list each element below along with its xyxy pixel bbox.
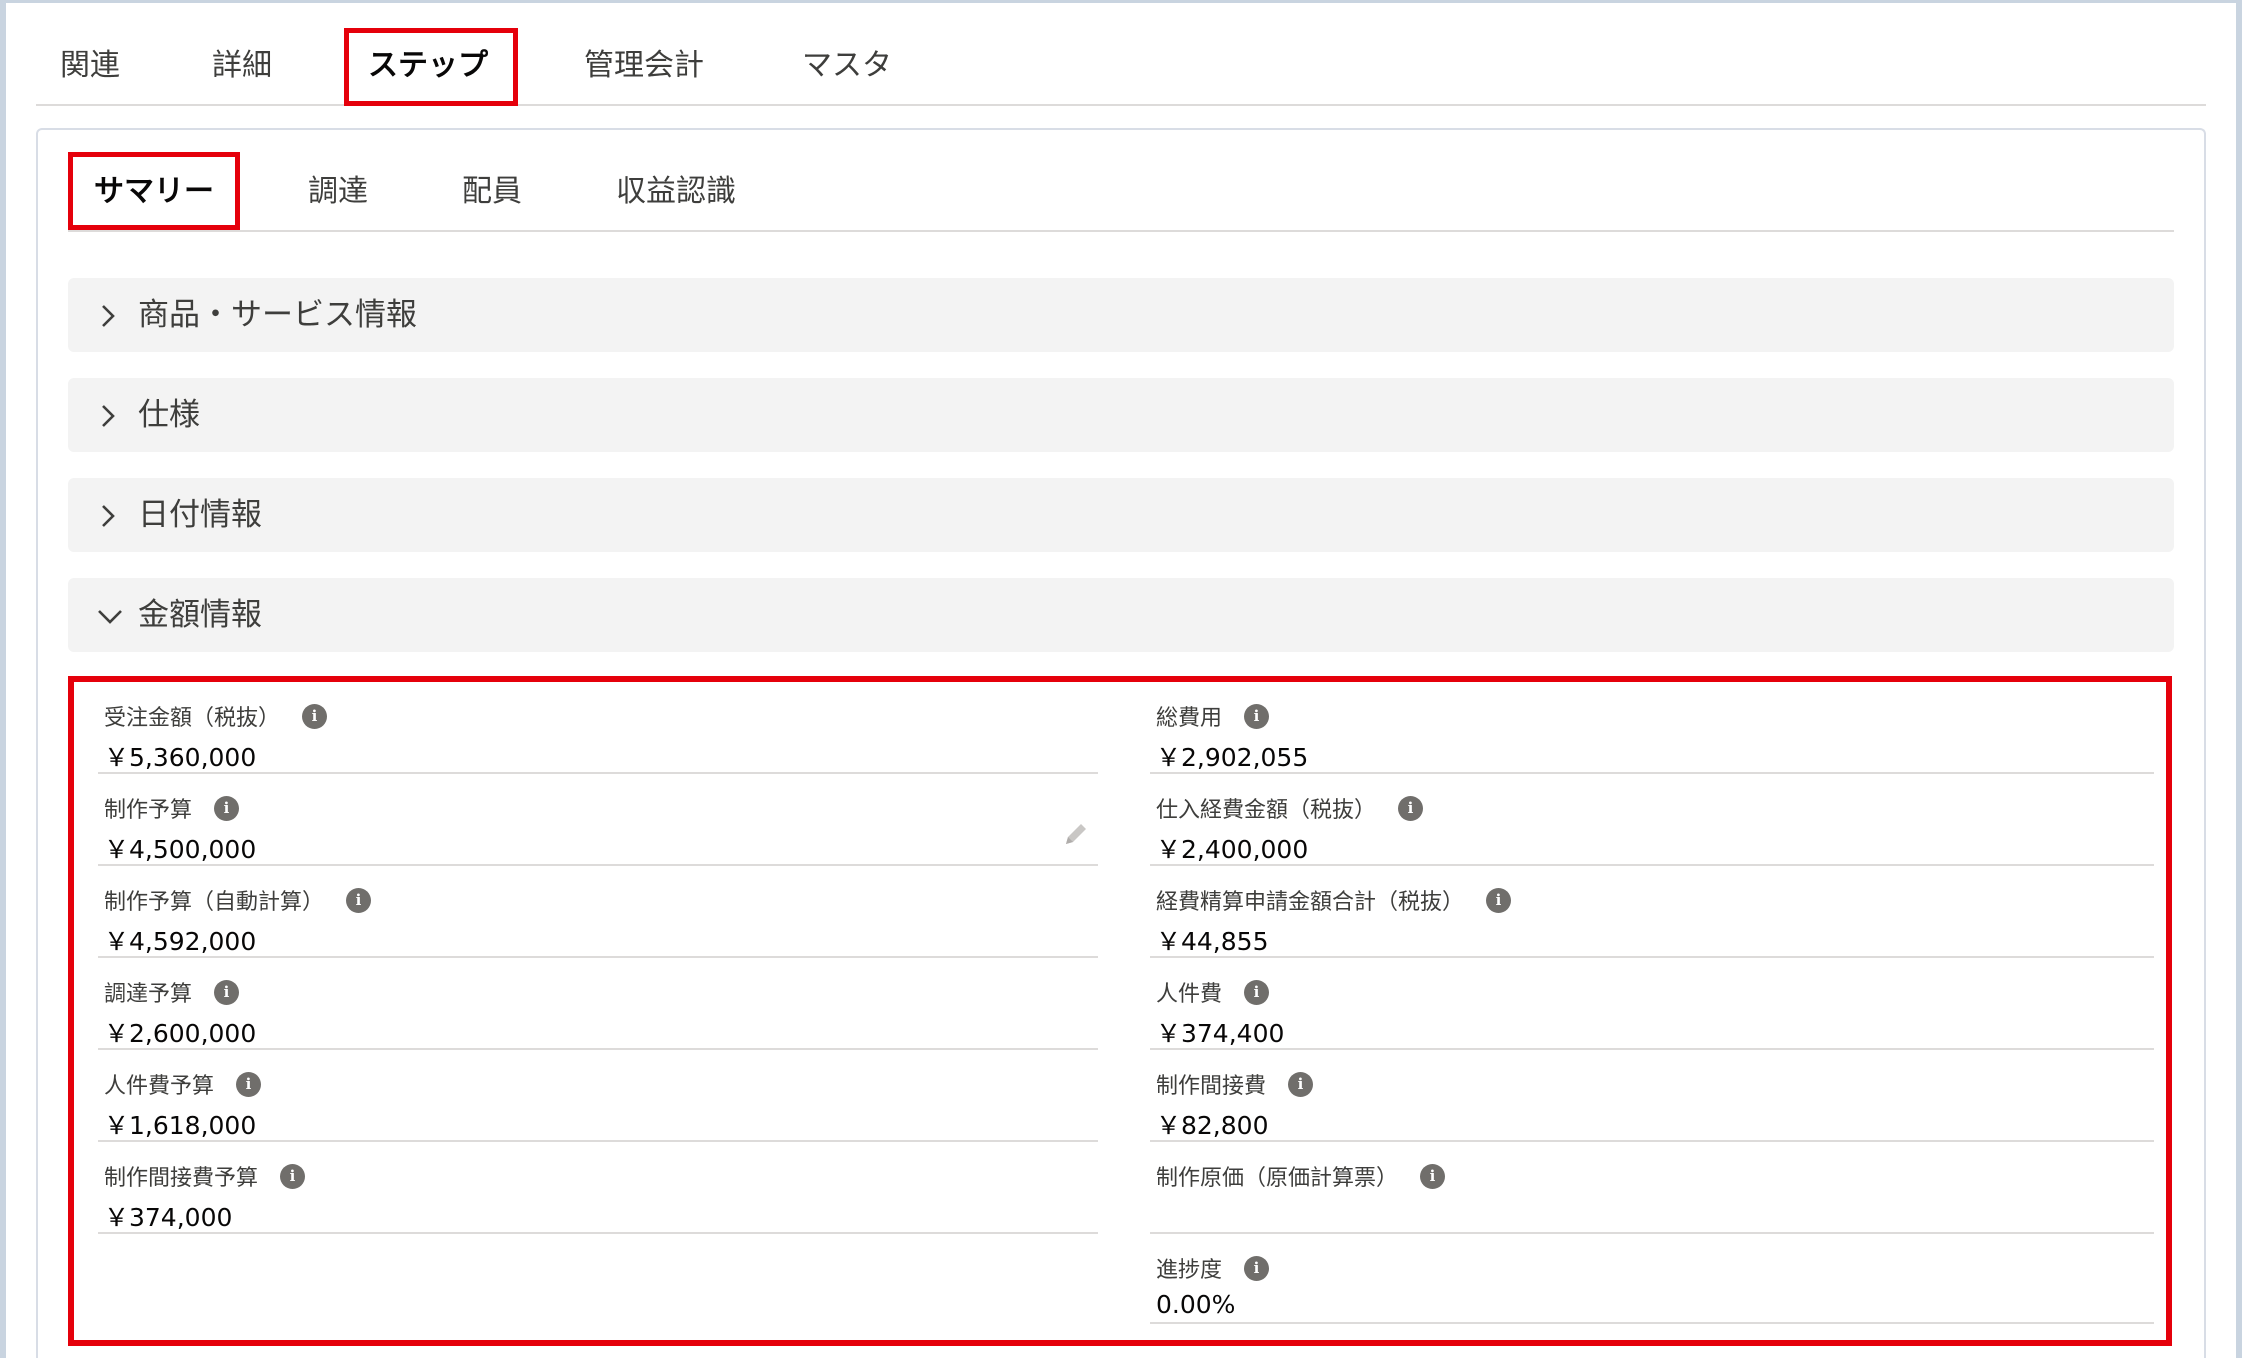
info-icon[interactable]: i [1244, 979, 1270, 1005]
info-icon[interactable]: i [236, 1071, 262, 1097]
info-icon[interactable]: i [214, 979, 240, 1005]
field-value: ￥2,400,000 [1156, 835, 1309, 864]
field-label: 人件費 [1156, 982, 1223, 1007]
top-tab-bar: 関連 詳細 ステップ 管理会計 マスタ [36, 28, 2206, 106]
field-value: ￥2,600,000 [104, 1019, 257, 1048]
info-icon[interactable]: i [1486, 887, 1512, 913]
field-value: ￥4,500,000 [104, 835, 257, 864]
field-label: 受注金額（税抜） [104, 706, 281, 731]
info-icon[interactable]: i [302, 703, 328, 729]
tab-steps[interactable]: ステップ [358, 28, 498, 104]
tab-management-accounting[interactable]: 管理会計 [574, 28, 714, 104]
info-icon[interactable]: i [214, 795, 240, 821]
section-product-service-info[interactable]: 商品・サービス情報 [68, 278, 2174, 352]
info-icon[interactable]: i [1398, 795, 1424, 821]
section-specifications[interactable]: 仕様 [68, 378, 2174, 452]
section-amount-info[interactable]: 金額情報 [68, 578, 2174, 652]
section-date-info[interactable]: 日付情報 [68, 478, 2174, 552]
field-label: 経費精算申請金額合計（税抜） [1156, 890, 1465, 915]
info-icon[interactable]: i [1244, 703, 1270, 729]
field-value: ￥82,800 [1156, 1111, 1269, 1140]
field-production-budget: 制作予算 i ￥4,500,000 [98, 774, 1098, 866]
field-purchase-expense: 仕入経費金額（税抜） i ￥2,400,000 [1150, 774, 2154, 866]
field-procurement-budget: 調達予算 i ￥2,600,000 [98, 958, 1098, 1050]
field-label: 制作予算（自動計算） [104, 890, 325, 915]
tab-related[interactable]: 関連 [50, 28, 130, 104]
field-labor-cost: 人件費 i ￥374,400 [1150, 958, 2154, 1050]
section-title: 仕様 [138, 397, 200, 433]
subtab-revenue-recognition[interactable]: 収益認識 [604, 152, 748, 232]
subtab-summary[interactable]: サマリー [82, 152, 226, 232]
field-label: 制作原価（原価計算票） [1156, 1166, 1399, 1191]
field-value: 0.00% [1156, 1290, 1236, 1319]
info-icon[interactable]: i [1244, 1255, 1270, 1281]
tab-details[interactable]: 詳細 [202, 28, 282, 104]
info-icon[interactable]: i [346, 887, 372, 913]
field-labor-budget: 人件費予算 i ￥1,618,000 [98, 1050, 1098, 1142]
field-total-cost: 総費用 i ￥2,902,055 [1150, 682, 2154, 774]
field-value: ￥2,902,055 [1156, 743, 1309, 772]
field-order-amount: 受注金額（税抜） i ￥5,360,000 [98, 682, 1098, 774]
field-label: 仕入経費金額（税抜） [1156, 798, 1377, 823]
field-label: 人件費予算 [104, 1074, 215, 1099]
field-label: 総費用 [1156, 706, 1223, 731]
chevron-right-icon [98, 478, 118, 552]
amount-fields-panel: 受注金額（税抜） i ￥5,360,000 制作予算 i ￥4,500,000 制作… [68, 676, 2172, 1346]
field-expense-claim-total: 経費精算申請金額合計（税抜） i ￥44,855 [1150, 866, 2154, 958]
field-indirect-cost: 制作間接費 i ￥82,800 [1150, 1050, 2154, 1142]
field-label: 進捗度 [1156, 1258, 1223, 1283]
chevron-right-icon [98, 278, 118, 352]
field-value: ￥1,618,000 [104, 1111, 257, 1140]
chevron-down-icon [96, 578, 124, 652]
field-production-cost: 制作原価（原価計算票） i [1150, 1142, 2154, 1234]
field-production-budget-auto: 制作予算（自動計算） i ￥4,592,000 [98, 866, 1098, 958]
pencil-icon[interactable] [1062, 820, 1090, 848]
chevron-right-icon [98, 378, 118, 452]
info-icon[interactable]: i [1420, 1163, 1446, 1189]
sub-tab-bar: サマリー 調達 配員 収益認識 [68, 152, 2174, 232]
field-label: 制作予算 [104, 798, 193, 823]
field-value: ￥4,592,000 [104, 927, 257, 956]
field-value: ￥44,855 [1156, 927, 1269, 956]
subtab-procurement[interactable]: 調達 [296, 152, 380, 232]
field-label: 制作間接費 [1156, 1074, 1267, 1099]
field-indirect-cost-budget: 制作間接費予算 i ￥374,000 [98, 1142, 1098, 1234]
field-label: 調達予算 [104, 982, 193, 1007]
info-icon[interactable]: i [1288, 1071, 1314, 1097]
field-value: ￥5,360,000 [104, 743, 257, 772]
subtab-staffing[interactable]: 配員 [450, 152, 534, 232]
field-value: ￥374,000 [104, 1203, 233, 1232]
section-title: 日付情報 [138, 497, 262, 533]
section-title: 金額情報 [138, 597, 262, 633]
field-label: 制作間接費予算 [104, 1166, 259, 1191]
field-progress: 進捗度 i 0.00% [1150, 1234, 2154, 1324]
info-icon[interactable]: i [280, 1163, 306, 1189]
tab-master[interactable]: マスタ [792, 28, 902, 104]
field-value: ￥374,400 [1156, 1019, 1285, 1048]
section-title: 商品・サービス情報 [138, 297, 417, 333]
